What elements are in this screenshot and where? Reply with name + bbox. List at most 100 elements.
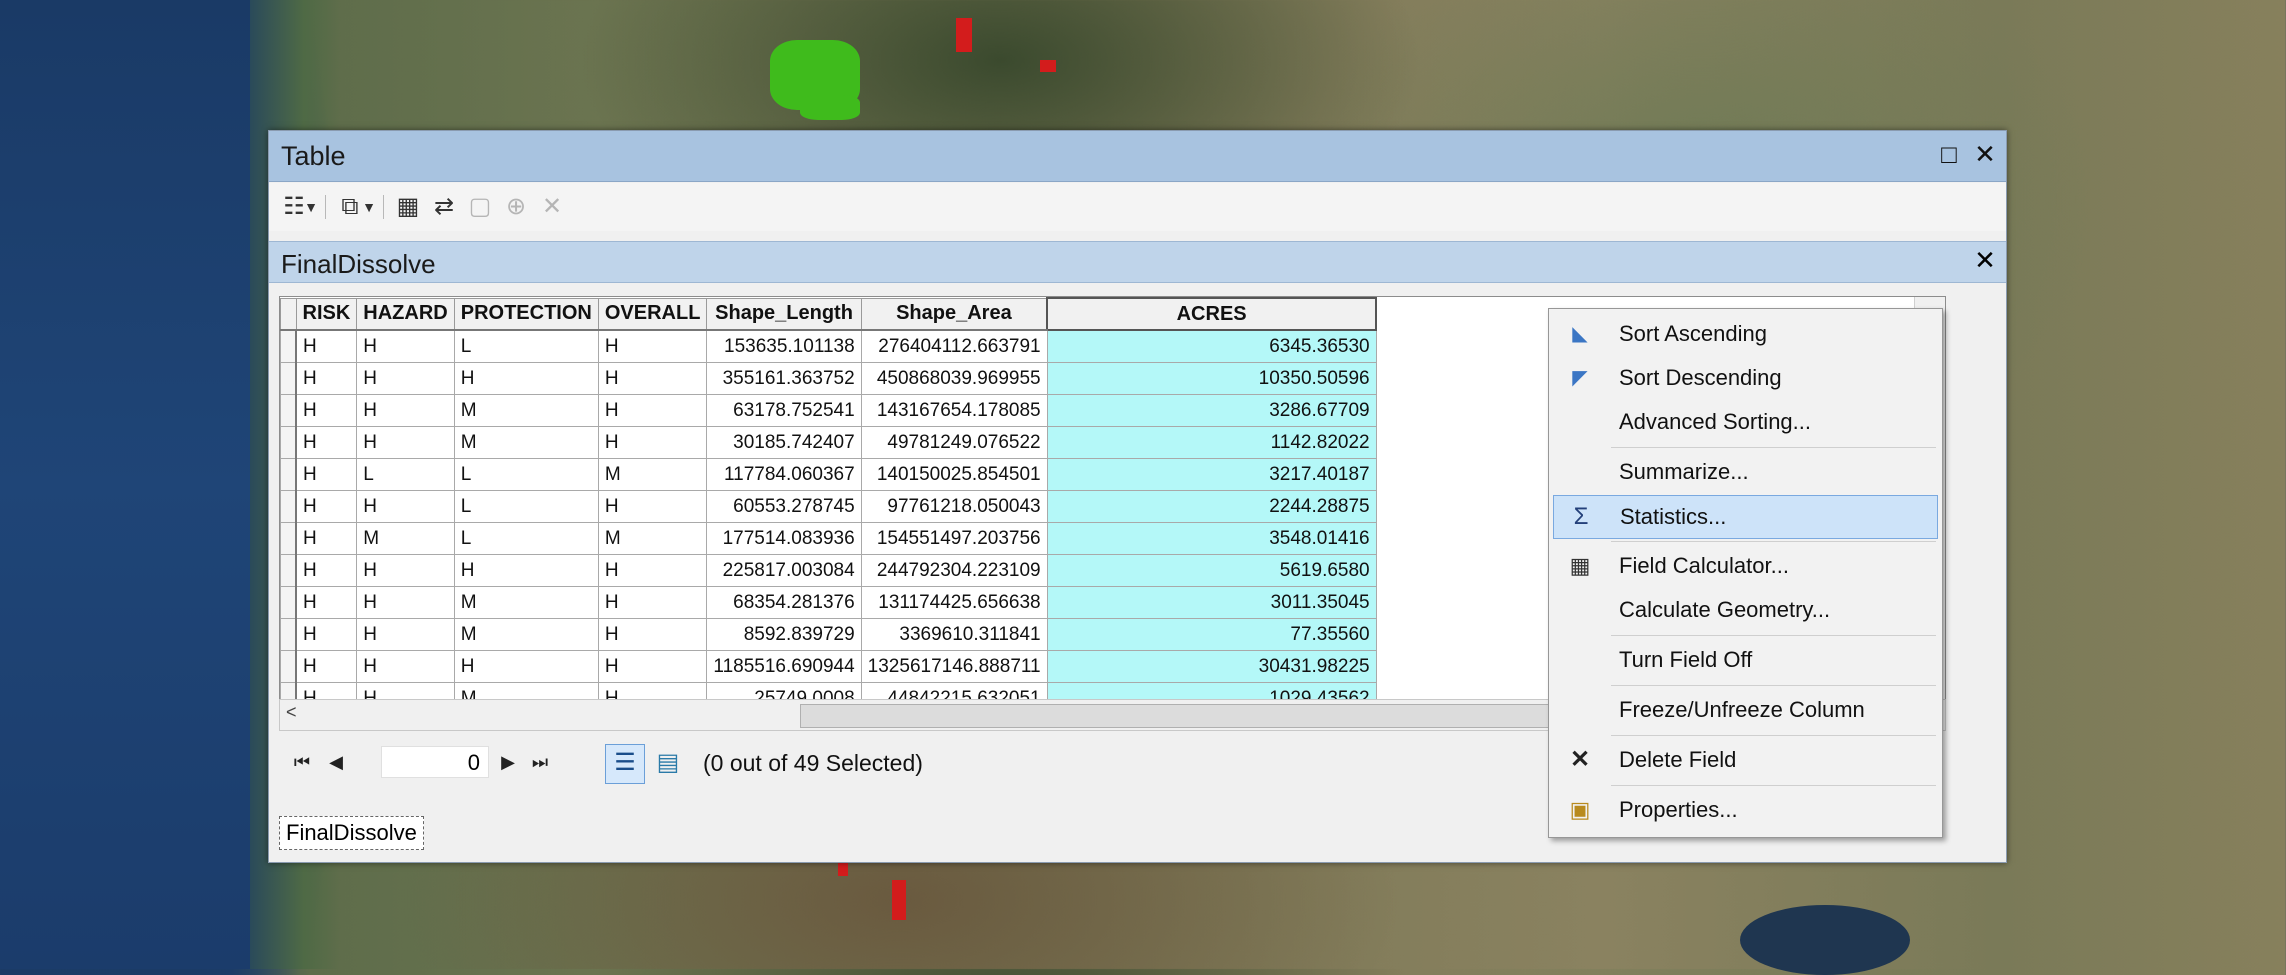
delete-selected-icon[interactable]: ✕ <box>537 193 567 221</box>
table-cell[interactable]: 154551497.203756 <box>860 522 1048 555</box>
table-cell[interactable]: 355161.363752 <box>706 362 862 395</box>
row-selector[interactable] <box>280 618 297 651</box>
table-cell[interactable]: H <box>295 618 358 651</box>
table-cell[interactable]: 30431.98225 <box>1046 650 1377 683</box>
menu-item-summarize[interactable]: Summarize... <box>1553 451 1938 493</box>
table-cell[interactable]: H <box>295 650 358 683</box>
switch-selection-icon[interactable]: ⇄ <box>429 193 459 221</box>
table-cell[interactable]: 2244.28875 <box>1046 490 1377 523</box>
table-cell[interactable]: H <box>356 362 455 395</box>
table-cell[interactable]: 63178.752541 <box>706 394 862 427</box>
table-row[interactable]: H H H H 355161.363752 450868039.969955 10350.5… <box>280 362 1377 395</box>
table-cell[interactable]: 6345.36530 <box>1046 329 1377 363</box>
dropdown-arrow-icon[interactable]: ▼ <box>303 193 319 221</box>
table-cell[interactable]: H <box>356 426 455 459</box>
table-cell[interactable]: H <box>597 426 708 459</box>
row-selector-header[interactable] <box>280 297 297 331</box>
menu-item-sort-ascending[interactable]: ◣ Sort Ascending <box>1553 313 1938 355</box>
table-cell[interactable]: H <box>356 490 455 523</box>
table-row[interactable]: H H M H 63178.752541 143167654.178085 3286.677… <box>280 394 1377 427</box>
dropdown-arrow-icon[interactable]: ▼ <box>361 193 377 221</box>
horizontal-scroll-thumb[interactable] <box>800 704 1582 728</box>
table-row[interactable]: H H L H 153635.101138 276404112.663791 6345.36… <box>280 329 1377 363</box>
column-header-acres[interactable]: ACRES <box>1046 297 1378 331</box>
table-cell[interactable]: L <box>453 522 599 555</box>
table-cell[interactable]: H <box>597 329 708 363</box>
show-selected-records-button[interactable]: ▤ <box>651 746 685 780</box>
table-cell[interactable]: H <box>453 650 599 683</box>
row-selector[interactable] <box>280 522 297 555</box>
table-row[interactable]: H L L M 117784.060367 140150025.854501 3217.40… <box>280 458 1377 491</box>
clear-selection-icon[interactable]: ▢ <box>465 193 495 221</box>
row-selector[interactable] <box>280 394 297 427</box>
menu-item-turn-field-off[interactable]: Turn Field Off <box>1553 639 1938 681</box>
table-row[interactable]: H H M H 8592.839729 3369610.311841 77.35560 <box>280 618 1377 651</box>
table-cell[interactable]: 177514.083936 <box>706 522 862 555</box>
row-selector[interactable] <box>280 490 297 523</box>
row-selector[interactable] <box>280 458 297 491</box>
column-header-overall[interactable]: OVERALL <box>597 297 708 331</box>
table-row[interactable]: H H H H 225817.003084 244792304.223109 5619.65… <box>280 554 1377 587</box>
table-cell[interactable]: H <box>356 618 455 651</box>
table-cell[interactable]: 49781249.076522 <box>860 426 1048 459</box>
row-selector[interactable] <box>280 426 297 459</box>
menu-item-sort-descending[interactable]: ◤ Sort Descending <box>1553 357 1938 399</box>
table-tab-finaldissolve[interactable]: FinalDissolve <box>279 816 424 850</box>
scroll-left-icon[interactable]: < <box>286 702 297 723</box>
row-selector[interactable] <box>280 554 297 587</box>
table-cell[interactable]: H <box>295 329 358 363</box>
table-cell[interactable]: 30185.742407 <box>706 426 862 459</box>
table-cell[interactable]: 97761218.050043 <box>860 490 1048 523</box>
table-cell[interactable]: 225817.003084 <box>706 554 862 587</box>
table-cell[interactable]: H <box>453 362 599 395</box>
table-cell[interactable]: 3286.67709 <box>1046 394 1377 427</box>
table-cell[interactable]: 1325617146.888711 <box>860 650 1048 683</box>
table-cell[interactable]: 3369610.311841 <box>860 618 1048 651</box>
table-cell[interactable]: H <box>597 554 708 587</box>
table-cell[interactable]: H <box>597 618 708 651</box>
column-header-shape-area[interactable]: Shape_Area <box>860 297 1048 331</box>
table-cell[interactable]: H <box>295 394 358 427</box>
table-cell[interactable]: 3011.35045 <box>1046 586 1377 619</box>
table-cell[interactable]: H <box>597 650 708 683</box>
row-selector[interactable] <box>280 586 297 619</box>
row-selector[interactable] <box>280 329 297 363</box>
menu-item-freeze-unfreeze-column[interactable]: Freeze/Unfreeze Column <box>1553 689 1938 731</box>
table-cell[interactable]: H <box>356 394 455 427</box>
table-cell[interactable]: 131174425.656638 <box>860 586 1048 619</box>
menu-item-field-calculator[interactable]: ▦ Field Calculator... <box>1553 545 1938 587</box>
column-header-risk[interactable]: RISK <box>295 297 358 331</box>
table-cell[interactable]: 140150025.854501 <box>860 458 1048 491</box>
table-cell[interactable]: L <box>356 458 455 491</box>
table-row[interactable]: H H L H 60553.278745 97761218.050043 2244.2887… <box>280 490 1377 523</box>
record-number-input[interactable]: 0 <box>381 746 489 778</box>
table-cell[interactable]: H <box>295 586 358 619</box>
row-selector[interactable] <box>280 650 297 683</box>
table-cell[interactable]: 153635.101138 <box>706 329 862 363</box>
table-cell[interactable]: L <box>453 329 599 363</box>
table-cell[interactable]: H <box>356 650 455 683</box>
table-cell[interactable]: H <box>295 362 358 395</box>
close-window-button[interactable]: ✕ <box>1970 139 2000 169</box>
table-row[interactable]: H M L M 177514.083936 154551497.203756 3548.01… <box>280 522 1377 555</box>
table-row[interactable]: H H M H 30185.742407 49781249.076522 1142.8202… <box>280 426 1377 459</box>
table-cell[interactable]: 60553.278745 <box>706 490 862 523</box>
table-cell[interactable]: 68354.281376 <box>706 586 862 619</box>
column-header-hazard[interactable]: HAZARD <box>356 297 455 331</box>
table-cell[interactable]: 1142.82022 <box>1046 426 1377 459</box>
table-cell[interactable]: 244792304.223109 <box>860 554 1048 587</box>
table-cell[interactable]: H <box>597 394 708 427</box>
column-header-shape-length[interactable]: Shape_Length <box>706 297 862 331</box>
menu-item-advanced-sorting[interactable]: Advanced Sorting... <box>1553 401 1938 443</box>
table-cell[interactable]: L <box>453 490 599 523</box>
show-all-records-button[interactable]: ☰ <box>605 744 645 784</box>
table-cell[interactable]: H <box>597 362 708 395</box>
table-cell[interactable]: 276404112.663791 <box>860 329 1048 363</box>
menu-item-delete-field[interactable]: ✕ Delete Field <box>1553 739 1938 781</box>
table-cell[interactable]: H <box>356 329 455 363</box>
table-cell[interactable]: H <box>453 554 599 587</box>
table-cell[interactable]: H <box>295 426 358 459</box>
table-row[interactable]: H H H H 1185516.690944 1325617146.888711 30431… <box>280 650 1377 683</box>
menu-item-properties[interactable]: ▣ Properties... <box>1553 789 1938 831</box>
table-row[interactable]: H H M H 68354.281376 131174425.656638 3011.350… <box>280 586 1377 619</box>
